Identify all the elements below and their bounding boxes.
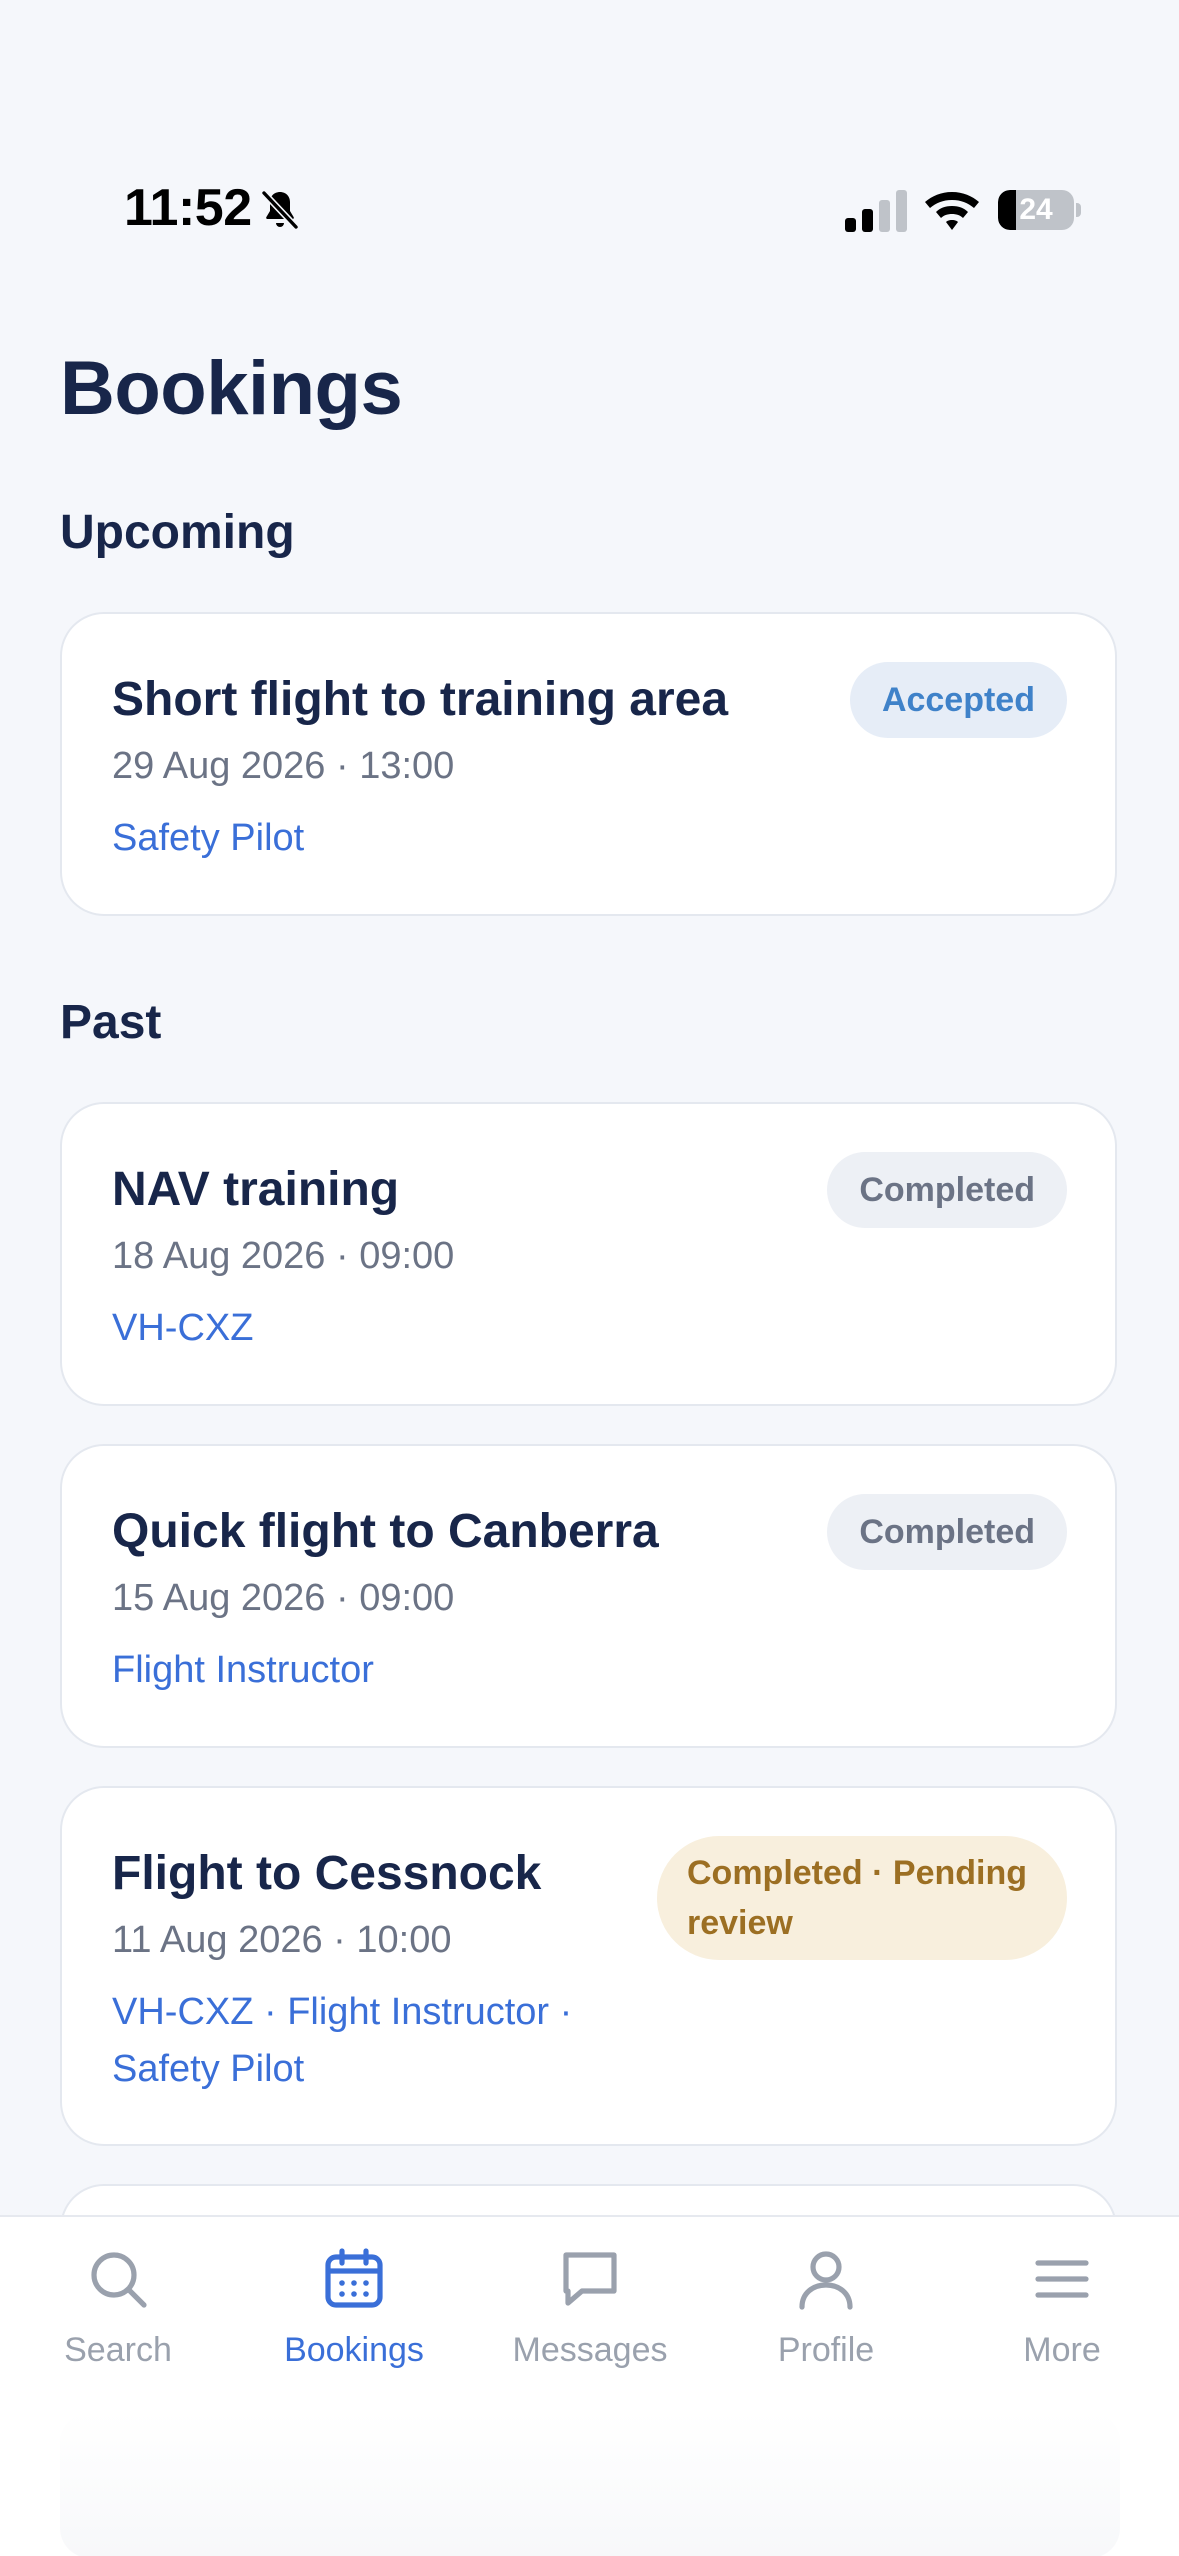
menu-icon [1035,2260,1089,2298]
tab-search[interactable]: Search [0,2247,236,2397]
message-icon [563,2252,617,2306]
status-badge: Completed [827,1152,1067,1228]
tab-more[interactable]: More [944,2247,1179,2397]
section-heading-past: Past [60,996,162,1049]
booking-meta: VH-CXZ [112,1307,254,1349]
tab-label: Search [64,2331,172,2369]
status-time: 11:52 [124,179,252,237]
battery-body: 24 [998,190,1074,230]
status-badge: Completed [827,1494,1067,1570]
booking-card[interactable]: Flight to Cessnock 11 Aug 2026 · 10:00 V… [60,1786,1117,2146]
cellular-signal-icon [845,190,907,232]
booking-meta: Flight Instructor [112,1649,374,1691]
battery-cap [1076,203,1081,217]
tab-bookings[interactable]: Bookings [236,2247,472,2397]
booking-title: Quick flight to Canberra [112,1505,659,1558]
booking-card[interactable]: NAV training 18 Aug 2026 · 09:00 VH-CXZ … [60,1102,1117,1406]
home-indicator-area [60,2412,1120,2556]
booking-card[interactable]: Short flight to training area 29 Aug 202… [60,612,1117,916]
booking-title: Short flight to training area [112,673,729,726]
tab-label: Messages [512,2331,668,2369]
page-title: Bookings [60,346,403,431]
battery-level: 24 [1019,193,1053,226]
booking-date: 18 Aug 2026 · 09:00 [112,1235,455,1277]
booking-date: 15 Aug 2026 · 09:00 [112,1577,455,1619]
battery-indicator: 24 [998,190,1081,230]
wifi-icon [925,192,979,230]
booking-meta: VH-CXZ · Flight Instructor · Safety Pilo… [112,1991,573,2090]
booking-title: Flight to Cessnock [112,1847,542,1900]
booking-date: 29 Aug 2026 · 13:00 [112,745,455,787]
tab-bar: Search Bookings Messages Profile More [0,2215,1179,2556]
bell-slash-icon [260,189,300,231]
booking-title: NAV training [112,1163,400,1216]
booking-card[interactable]: Quick flight to Canberra 15 Aug 2026 · 0… [60,1444,1117,1748]
section-heading-upcoming: Upcoming [60,506,295,559]
booking-date: 11 Aug 2026 · 10:00 [112,1919,452,1961]
status-badge: Completed · Pending review [657,1836,1067,1960]
tab-label: More [1023,2331,1101,2369]
calendar-icon [325,2248,383,2308]
tab-profile[interactable]: Profile [708,2247,944,2397]
tab-label: Bookings [284,2331,424,2369]
tab-messages[interactable]: Messages [472,2247,708,2397]
search-icon [91,2252,147,2308]
tab-label: Profile [777,2331,875,2369]
booking-meta: Safety Pilot [112,817,305,859]
status-badge: Accepted [849,662,1067,738]
status-bar: 11:52 24 [0,0,1179,290]
person-icon [799,2251,853,2310]
